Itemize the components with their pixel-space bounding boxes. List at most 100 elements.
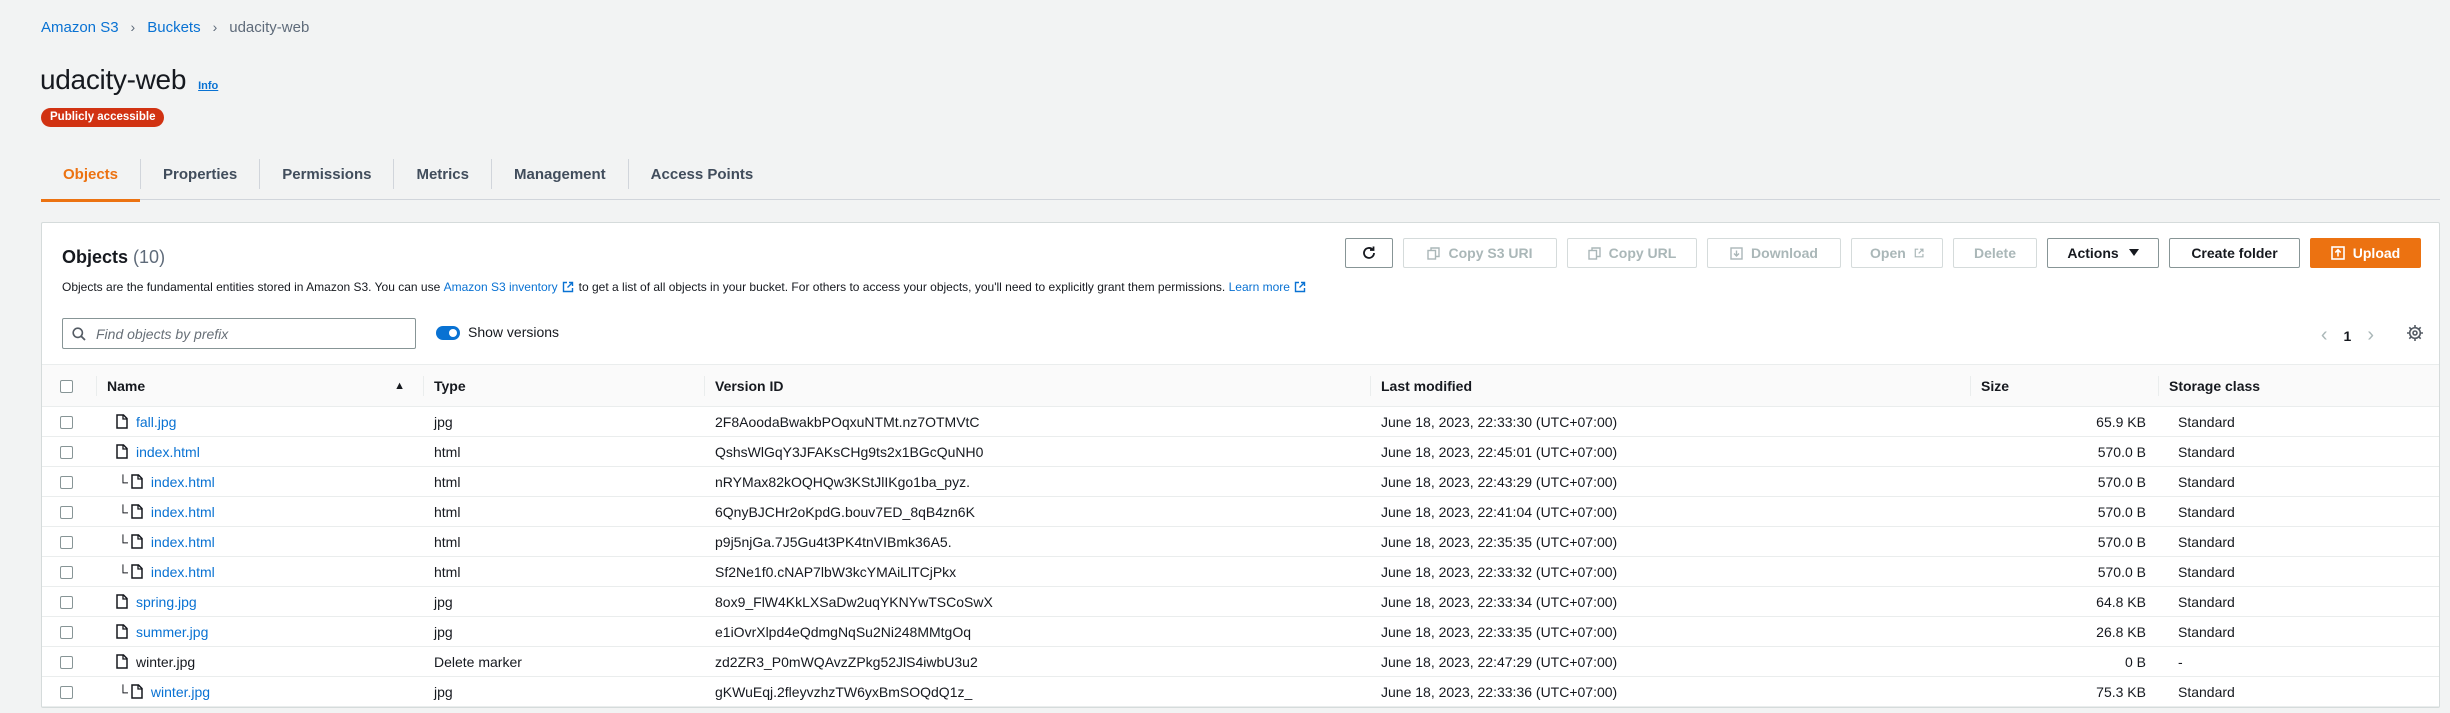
page-number[interactable]: 1 [2344, 328, 2352, 344]
col-storage-class[interactable]: Storage class [2158, 365, 2439, 407]
object-name-link[interactable]: fall.jpg [136, 414, 176, 430]
size-cell: 570.0 B [2097, 443, 2146, 460]
previous-page-icon[interactable]: ‹ [2321, 324, 2328, 347]
name-wrapper: └ winter.jpg [96, 684, 423, 700]
tab-bar: Objects Properties Permissions Metrics M… [41, 148, 2440, 202]
show-versions-toggle[interactable] [436, 326, 460, 340]
storage-class-cell: Standard [2178, 413, 2235, 430]
file-icon [116, 594, 128, 609]
type-cell: html [434, 473, 461, 490]
search-input[interactable] [96, 325, 396, 342]
objects-title: Objects [62, 247, 129, 267]
row-checkbox[interactable] [60, 446, 73, 460]
object-name-link[interactable]: index.html [151, 504, 215, 520]
tab-management[interactable]: Management [492, 148, 628, 200]
copy-url-button[interactable]: Copy URL [1567, 238, 1697, 268]
table-row[interactable]: └ index.html html Sf2Ne1f0.cNAP7lbW3kcYMAiL… [42, 557, 2439, 587]
col-last-modified[interactable]: Last modified [1370, 365, 1970, 407]
col-modified-label: Last modified [1370, 375, 1970, 396]
row-checkbox[interactable] [60, 596, 73, 610]
info-link[interactable]: Info [198, 80, 218, 92]
external-link-icon [1294, 281, 1306, 293]
table-row[interactable]: spring.jpg jpg 8ox9_FlW4KkLXSaDw2uqYKNYwTS… [42, 587, 2439, 617]
col-name[interactable]: Name ▲ [96, 365, 423, 407]
col-size[interactable]: Size [1970, 365, 2158, 407]
tab-properties[interactable]: Properties [141, 148, 259, 200]
table-row[interactable]: summer.jpg jpg e1iOvrXlpd4eQdmgNqSu2Ni248M… [42, 617, 2439, 647]
table-row[interactable]: └ index.html html 6QnyBJCHr2oKpdG.bouv7ED_8… [42, 497, 2439, 527]
table-row[interactable]: └ index.html html nRYMax82kOQHQw3KStJlIKgo1… [42, 467, 2439, 497]
upload-button[interactable]: Upload [2310, 238, 2421, 268]
breadcrumb-amazon-s3[interactable]: Amazon S3 [41, 19, 119, 36]
object-name-link[interactable]: index.html [151, 564, 215, 580]
objects-table: Name ▲ Type Version ID Last modified Size… [42, 364, 2439, 707]
size-cell: 0 B [2124, 653, 2146, 670]
type-cell: html [434, 503, 461, 520]
sort-ascending-icon[interactable]: ▲ [394, 376, 405, 396]
table-body: fall.jpg jpg 2F8AoodaBwakbPOqxuNTMt.nz7OTM… [42, 407, 2439, 707]
object-name-link[interactable]: index.html [151, 474, 215, 490]
tab-objects[interactable]: Objects [41, 148, 141, 202]
row-checkbox[interactable] [60, 506, 73, 520]
select-cell [42, 617, 96, 647]
refresh-button[interactable] [1345, 238, 1393, 268]
object-name-link[interactable]: index.html [151, 534, 215, 550]
name-cell: └ winter.jpg [96, 677, 423, 707]
object-name-link[interactable]: spring.jpg [136, 594, 197, 610]
table-row[interactable]: winter.jpg Delete marker zd2ZR3_P0mWQAvzZP… [42, 647, 2439, 677]
type-cell: jpg [434, 683, 453, 700]
tab-permissions[interactable]: Permissions [260, 148, 393, 200]
download-button[interactable]: Download [1707, 238, 1841, 268]
file-icon [131, 474, 143, 489]
status-badge: Publicly accessible [41, 108, 165, 127]
object-name-link[interactable]: summer.jpg [136, 624, 208, 640]
col-type[interactable]: Type [423, 365, 704, 407]
tab-access-points[interactable]: Access Points [629, 148, 776, 200]
file-icon [116, 654, 128, 669]
last-modified-cell: June 18, 2023, 22:33:35 (UTC+07:00) [1381, 623, 1618, 640]
last-modified-cell: June 18, 2023, 22:43:29 (UTC+07:00) [1381, 473, 1618, 490]
row-checkbox[interactable] [60, 476, 73, 490]
desc-text-1: Objects are the fundamental entities sto… [62, 280, 441, 294]
delete-button[interactable]: Delete [1953, 238, 2037, 268]
table-row[interactable]: └ index.html html p9j5njGa.7J5Gu4t3PK4tnVIB… [42, 527, 2439, 557]
object-name-link[interactable]: winter.jpg [151, 684, 210, 700]
select-cell [42, 527, 96, 557]
next-page-icon[interactable]: › [2367, 324, 2374, 347]
storage-class-cell: Standard [2178, 623, 2235, 640]
row-checkbox[interactable] [60, 536, 73, 550]
search-box [62, 318, 416, 349]
learn-more-link[interactable]: Learn more [1229, 280, 1290, 294]
version-id-cell: nRYMax82kOQHQw3KStJlIKgo1ba_pyz. [715, 473, 970, 490]
row-checkbox[interactable] [60, 626, 73, 640]
col-storage-label: Storage class [2158, 375, 2439, 396]
copy-s3-uri-button[interactable]: Copy S3 URI [1403, 238, 1557, 268]
col-version-id[interactable]: Version ID [704, 365, 1370, 407]
object-name-link[interactable]: index.html [136, 444, 200, 460]
row-checkbox[interactable] [60, 416, 73, 430]
row-checkbox[interactable] [60, 656, 73, 670]
create-folder-button[interactable]: Create folder [2169, 238, 2300, 268]
storage-class-cell: Standard [2178, 443, 2235, 460]
name-wrapper: └ index.html [96, 564, 423, 580]
select-all-checkbox[interactable] [60, 380, 73, 394]
table-row[interactable]: fall.jpg jpg 2F8AoodaBwakbPOqxuNTMt.nz7OTM… [42, 407, 2439, 437]
name-wrapper: └ index.html [96, 474, 423, 490]
open-button[interactable]: Open [1851, 238, 1943, 268]
gear-icon[interactable] [2406, 324, 2424, 342]
breadcrumb-buckets[interactable]: Buckets [147, 19, 200, 36]
tab-metrics[interactable]: Metrics [394, 148, 491, 200]
size-cell: 75.3 KB [2096, 683, 2146, 700]
version-id-cell: 2F8AoodaBwakbPOqxuNTMt.nz7OTMVtC [715, 413, 980, 430]
col-type-label: Type [423, 375, 704, 396]
row-checkbox[interactable] [60, 686, 73, 700]
table-row[interactable]: index.html html QshsWlGqY3JFAKsCHg9ts2x1BG… [42, 437, 2439, 467]
inventory-link[interactable]: Amazon S3 inventory [444, 280, 558, 294]
select-cell [42, 557, 96, 587]
storage-class-cell: - [2178, 653, 2183, 670]
row-checkbox[interactable] [60, 566, 73, 580]
last-modified-cell: June 18, 2023, 22:35:35 (UTC+07:00) [1381, 533, 1618, 550]
table-row[interactable]: └ winter.jpg jpg gKWuEqj.2fleyvzhzTW6yxBmSO… [42, 677, 2439, 707]
version-tree-icon: └ [118, 533, 128, 550]
actions-dropdown[interactable]: Actions [2047, 238, 2159, 268]
